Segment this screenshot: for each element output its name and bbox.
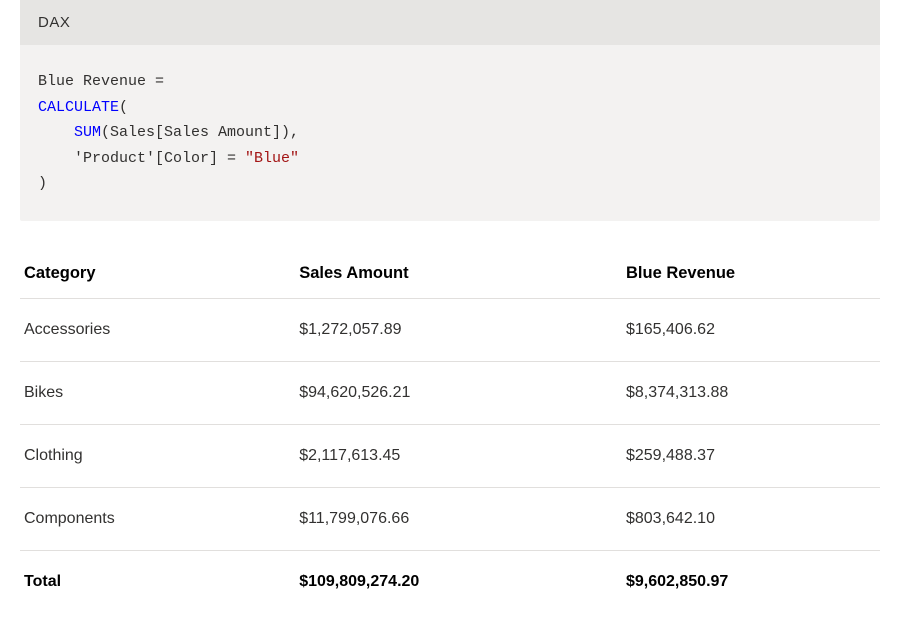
table-header-row: Category Sales Amount Blue Revenue <box>20 249 880 299</box>
header-blue-revenue: Blue Revenue <box>622 249 880 299</box>
cell-total-label: Total <box>20 550 295 613</box>
cell-sales-amount: $94,620,526.21 <box>295 361 622 424</box>
code-text: (Sales[Sales Amount]), <box>101 124 299 141</box>
cell-sales-amount: $2,117,613.45 <box>295 424 622 487</box>
code-line-5: ) <box>38 175 47 192</box>
code-text: 'Product'[Color] = <box>74 150 245 167</box>
code-string-literal: "Blue" <box>245 150 299 167</box>
dax-code-block: DAX Blue Revenue = CALCULATE( SUM(Sales[… <box>20 0 880 221</box>
cell-sales-amount: $11,799,076.66 <box>295 487 622 550</box>
results-table: Category Sales Amount Blue Revenue Acces… <box>20 249 880 613</box>
code-keyword-sum: SUM <box>74 124 101 141</box>
code-keyword-calculate: CALCULATE <box>38 99 119 116</box>
table-row: Accessories $1,272,057.89 $165,406.62 <box>20 298 880 361</box>
table-row: Clothing $2,117,613.45 $259,488.37 <box>20 424 880 487</box>
cell-category: Accessories <box>20 298 295 361</box>
code-line-1: Blue Revenue = <box>38 73 164 90</box>
cell-total-sales: $109,809,274.20 <box>295 550 622 613</box>
header-sales-amount: Sales Amount <box>295 249 622 299</box>
cell-sales-amount: $1,272,057.89 <box>295 298 622 361</box>
code-body: Blue Revenue = CALCULATE( SUM(Sales[Sale… <box>20 45 880 221</box>
cell-blue-revenue: $259,488.37 <box>622 424 880 487</box>
table-row: Components $11,799,076.66 $803,642.10 <box>20 487 880 550</box>
cell-total-blue: $9,602,850.97 <box>622 550 880 613</box>
code-indent <box>38 150 74 167</box>
cell-category: Clothing <box>20 424 295 487</box>
code-language-label: DAX <box>20 0 880 45</box>
cell-category: Components <box>20 487 295 550</box>
code-text: ( <box>119 99 128 116</box>
header-category: Category <box>20 249 295 299</box>
cell-category: Bikes <box>20 361 295 424</box>
table-row: Bikes $94,620,526.21 $8,374,313.88 <box>20 361 880 424</box>
cell-blue-revenue: $803,642.10 <box>622 487 880 550</box>
code-indent <box>38 124 74 141</box>
cell-blue-revenue: $8,374,313.88 <box>622 361 880 424</box>
cell-blue-revenue: $165,406.62 <box>622 298 880 361</box>
table-total-row: Total $109,809,274.20 $9,602,850.97 <box>20 550 880 613</box>
